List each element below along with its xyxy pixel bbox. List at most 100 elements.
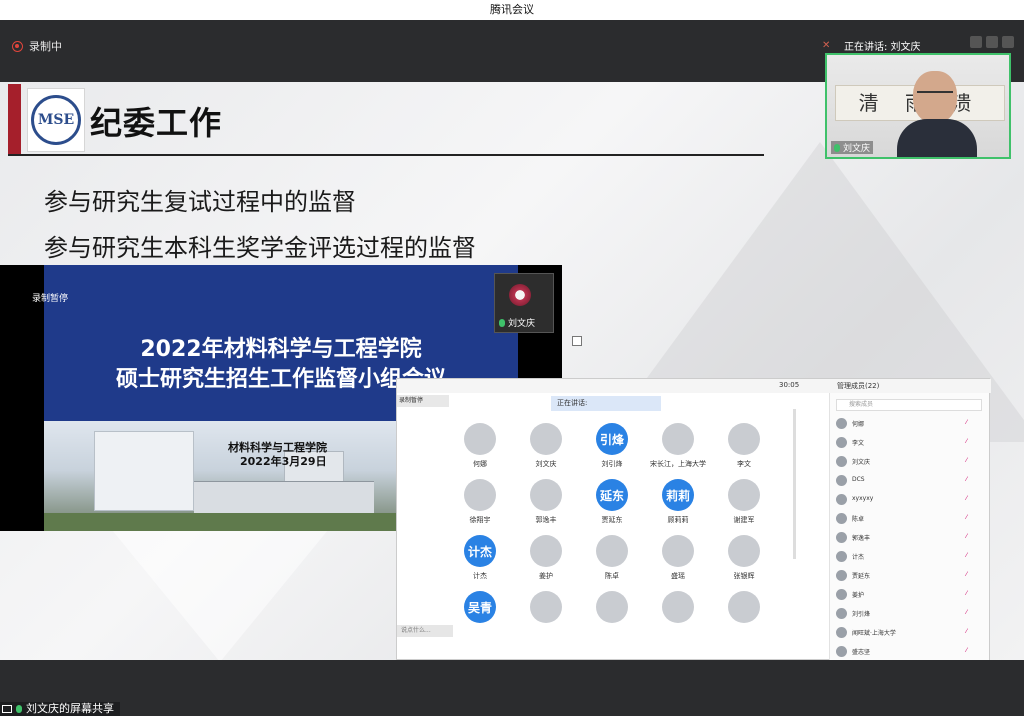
participant-tile: [579, 591, 645, 641]
participant-tile: [513, 591, 579, 641]
camera-name-label: 刘文庆: [508, 319, 536, 329]
lawn: [44, 513, 396, 531]
layout-icon[interactable]: [970, 36, 982, 48]
camera-name: 刘文庆: [843, 144, 871, 154]
avatar: [530, 423, 562, 455]
participant-name: 盛瑶: [671, 572, 685, 580]
member-name: 贾延东: [852, 573, 871, 580]
participant-tile: 谢建军: [711, 479, 777, 529]
member-avatar: [836, 437, 847, 448]
mic-off-icon: ⁄: [966, 419, 968, 426]
bottom-toolbar: [0, 660, 1024, 716]
member-name: 姜护: [852, 592, 865, 599]
member-name: 盛志坚: [852, 649, 871, 656]
share-label-text: 刘文庆的屏幕共享: [26, 702, 114, 715]
rec-pause-chip: 录制暂停: [397, 395, 449, 407]
avatar: [728, 423, 760, 455]
grid-scrollbar: [793, 409, 796, 559]
speaker-body: [897, 119, 977, 157]
speaking-chip: 正在讲话:: [551, 396, 661, 411]
avatar: [728, 591, 760, 623]
photo-date: 2022年3月29日: [240, 455, 327, 468]
mic-off-icon: ⁄: [966, 457, 968, 464]
speaker-figure: [897, 71, 977, 157]
member-name: 陈卓: [852, 516, 865, 523]
mic-off-icon: ⁄: [966, 571, 968, 578]
member-avatar: [836, 532, 847, 543]
participant-tile: 吴青: [447, 591, 513, 641]
slide-title: 纪委工作: [90, 104, 223, 142]
member-row: 刘文庆 ⁄: [836, 455, 986, 469]
member-row: 计杰 ⁄: [836, 550, 986, 564]
member-row: 盛志坚 ⁄: [836, 645, 986, 659]
camera-name: 刘文庆: [499, 316, 535, 329]
mic-off-icon: ⁄: [966, 552, 968, 559]
mic-off-icon: ⁄: [966, 514, 968, 521]
member-row: 贾延东 ⁄: [836, 569, 986, 583]
member-avatar: [836, 627, 847, 638]
mic-off-icon: ⁄: [966, 476, 968, 483]
mic-icon: [16, 705, 22, 713]
participant-name: 谢建军: [733, 516, 755, 524]
participant-tile: 计杰 计杰: [447, 535, 513, 585]
member-row: 陈卓 ⁄: [836, 512, 986, 526]
nested-camera-tile: 刘文庆: [494, 273, 554, 333]
logo-emblem: MSE: [31, 95, 81, 145]
participant-tile: 延东 贾延东: [579, 479, 645, 529]
recording-indicator[interactable]: 录制中: [12, 38, 62, 54]
member-avatar: [836, 475, 847, 486]
avatar: [596, 535, 628, 567]
avatar: [596, 591, 628, 623]
participant-tile: 宋长江，上海大学: [645, 423, 711, 473]
member-name: 计杰: [852, 554, 865, 561]
member-avatar: [836, 456, 847, 467]
member-row: 闻旺斌·上海大学 ⁄: [836, 626, 986, 640]
slide-divider: [8, 154, 764, 156]
participant-tile: 陈卓: [579, 535, 645, 585]
exit-icon[interactable]: [1002, 36, 1014, 48]
speaker-glasses: [917, 91, 953, 99]
nested-meeting-window: 30:05 管理成员(22) 录制暂停 正在讲话: 何娜 刘文庆 引烽 刘引烽 宋长江，…: [396, 378, 991, 660]
nested-toolbar: [397, 379, 991, 393]
participant-tile: 郭逸丰: [513, 479, 579, 529]
participant-tile: 何娜: [447, 423, 513, 473]
avatar: [530, 535, 562, 567]
member-row: 郭逸丰 ⁄: [836, 531, 986, 545]
member-name: DCS: [852, 476, 865, 483]
avatar: [728, 479, 760, 511]
participant-grid: 何娜 刘文庆 引烽 刘引烽 宋长江，上海大学 李文 徐翔宇 郭逸丰 延东 贾延东 莉莉 顾莉莉 谢建军计…: [447, 423, 797, 653]
member-name: xyxyxy: [852, 495, 874, 502]
member-row: 李文 ⁄: [836, 436, 986, 450]
participant-name: 郭逸丰: [535, 516, 557, 524]
participant-name: 张银辉: [733, 572, 755, 580]
campus-photo: [44, 421, 396, 531]
building: [94, 431, 194, 511]
avatar: [662, 535, 694, 567]
speaking-label: 正在讲话: 刘文庆: [844, 42, 921, 53]
mic-off-icon: ⁄: [966, 533, 968, 540]
top-window-controls: [970, 36, 1014, 48]
speaker-camera: 清 雨 溃 刘文庆: [825, 53, 1011, 159]
speaking-indicator: ✕ 正在讲话: 刘文庆: [822, 38, 921, 54]
member-panel: 搜索成员 何娜 ⁄ 李文 ⁄ 刘文庆 ⁄ DCS ⁄ xyxyxy ⁄ 陈卓 ⁄ 郭逸丰 ⁄ 计杰 ⁄ 贾延东 ⁄…: [829, 393, 989, 660]
avatar: [530, 591, 562, 623]
participant-name: 刘文庆: [535, 460, 557, 468]
checkbox[interactable]: [572, 336, 582, 346]
participant-name: 姜护: [539, 572, 553, 580]
member-avatar: [836, 608, 847, 619]
mic-off-icon: ⁄: [966, 628, 968, 635]
participant-tile: 盛瑶: [645, 535, 711, 585]
slide-bullet: 参与研究生复试过程中的监督: [44, 188, 356, 216]
window-title: 腾讯会议: [0, 0, 1024, 20]
member-avatar: [836, 513, 847, 524]
participant-tile: 李文: [711, 423, 777, 473]
participant-name: 李文: [737, 460, 751, 468]
minimize-icon[interactable]: [986, 36, 998, 48]
participant-name: 宋长江，上海大学: [650, 460, 706, 468]
member-name: 刘引烽: [852, 611, 871, 618]
screen-share-label: 刘文庆的屏幕共享: [0, 702, 120, 716]
building: [194, 481, 374, 513]
meeting-time: 30:05: [779, 381, 800, 389]
member-name: 郭逸丰: [852, 535, 871, 542]
participant-tile: 莉莉 顾莉莉: [645, 479, 711, 529]
